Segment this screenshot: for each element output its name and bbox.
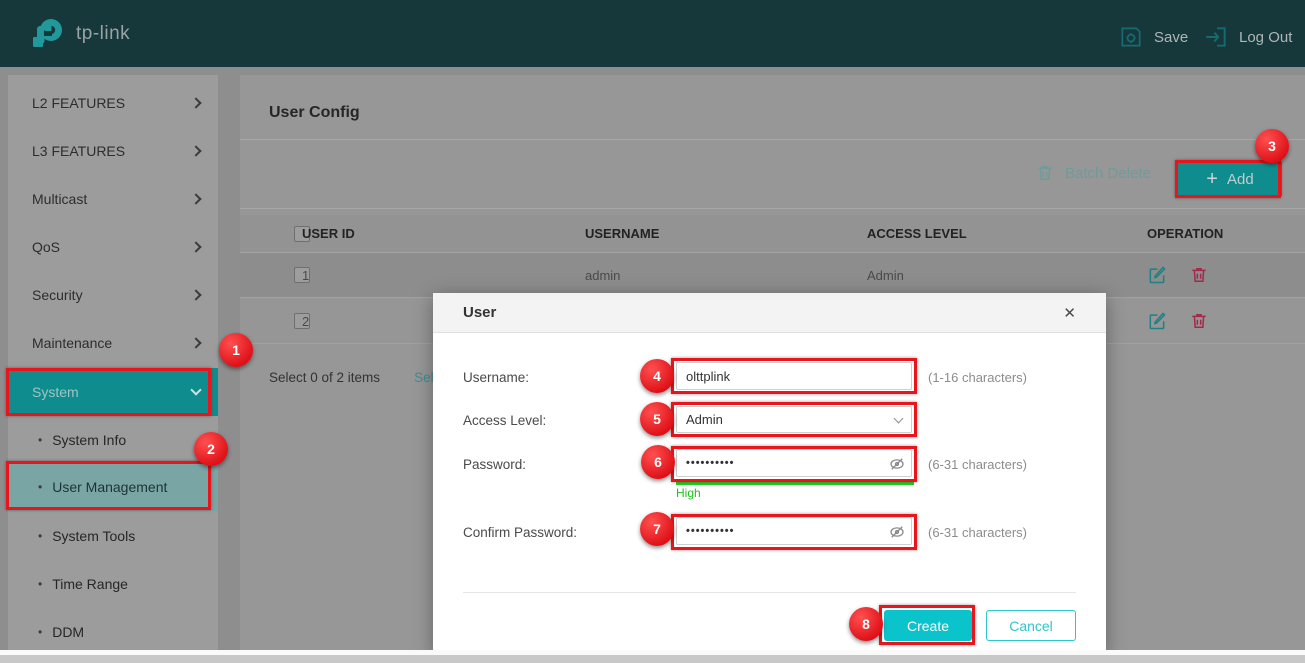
chevron-down-icon xyxy=(190,384,201,395)
divider xyxy=(240,208,1305,209)
column-header-username: USERNAME xyxy=(585,226,867,241)
cell-user-id: 1 xyxy=(302,268,585,283)
batch-delete-button[interactable]: Batch Delete xyxy=(1035,163,1151,183)
password-strength-bar xyxy=(676,482,914,485)
sidebar-item-security[interactable]: Security xyxy=(8,271,218,319)
horizontal-scrollbar-track[interactable] xyxy=(0,655,1305,663)
column-header-access-level: ACCESS LEVEL xyxy=(867,226,1147,241)
divider xyxy=(240,139,1305,140)
sidebar-item-l3-features[interactable]: L3 FEATURES xyxy=(8,127,218,175)
sidebar-subitem-time-range[interactable]: Time Range xyxy=(8,560,218,608)
save-icon xyxy=(1118,24,1144,50)
brand-logo: tp-link xyxy=(28,14,130,54)
username-input[interactable] xyxy=(676,362,912,390)
save-button[interactable]: Save xyxy=(1118,24,1188,50)
confirm-password-input[interactable] xyxy=(676,517,912,545)
chevron-right-icon xyxy=(190,193,201,204)
logout-label: Log Out xyxy=(1239,29,1292,46)
sidebar-item-l2-features[interactable]: L2 FEATURES xyxy=(8,79,218,127)
sidebar-item-system[interactable]: System xyxy=(8,368,218,416)
user-modal-dialog: User ✕ Username: (1-16 characters) Acces… xyxy=(433,293,1106,653)
trash-icon xyxy=(1035,163,1055,183)
access-level-select[interactable]: Admin xyxy=(676,406,912,433)
modal-title: User xyxy=(463,304,496,321)
access-level-label: Access Level: xyxy=(463,413,546,428)
chevron-right-icon xyxy=(190,337,201,348)
add-button[interactable]: + Add xyxy=(1178,162,1282,196)
top-header-bar: tp-link Save Log Out xyxy=(0,0,1305,67)
cell-access-level: Admin xyxy=(867,268,1147,283)
sidebar-subitem-ddm[interactable]: DDM xyxy=(8,608,218,656)
sidebar-subitem-system-tools[interactable]: System Tools xyxy=(8,512,218,560)
plus-icon: + xyxy=(1206,169,1218,189)
selection-summary: Select 0 of 2 items xyxy=(269,370,380,385)
sidebar-subitem-system-info[interactable]: System Info xyxy=(8,416,218,464)
logout-button[interactable]: Log Out xyxy=(1203,24,1292,50)
chevron-right-icon xyxy=(190,145,201,156)
save-label: Save xyxy=(1154,29,1188,46)
password-hint: (6-31 characters) xyxy=(928,457,1027,472)
close-icon[interactable]: ✕ xyxy=(1063,304,1076,322)
eye-slash-icon[interactable] xyxy=(888,523,906,541)
divider xyxy=(463,592,1076,593)
edit-icon[interactable] xyxy=(1147,265,1167,285)
delete-icon[interactable] xyxy=(1189,311,1209,331)
brand-text: tp-link xyxy=(76,23,130,45)
sidebar-nav: L2 FEATURES L3 FEATURES Multicast QoS Se… xyxy=(8,75,218,655)
sidebar-item-multicast[interactable]: Multicast xyxy=(8,175,218,223)
cancel-button[interactable]: Cancel xyxy=(986,610,1076,641)
cell-username: admin xyxy=(585,268,867,283)
logout-icon xyxy=(1203,24,1229,50)
app-screen: tp-link Save Log Out L2 FEATURES L3 FEAT… xyxy=(0,0,1305,663)
column-header-user-id: USER ID xyxy=(302,226,585,241)
column-header-operation: OPERATION xyxy=(1147,226,1223,241)
table-row: 1 admin Admin xyxy=(240,253,1305,298)
edit-icon[interactable] xyxy=(1147,311,1167,331)
chevron-down-icon xyxy=(894,413,904,423)
confirm-password-hint: (6-31 characters) xyxy=(928,525,1027,540)
chevron-right-icon xyxy=(190,241,201,252)
username-label: Username: xyxy=(463,370,529,385)
tp-link-logo-icon xyxy=(28,14,68,54)
page-title: User Config xyxy=(269,104,360,122)
eye-slash-icon[interactable] xyxy=(888,455,906,473)
sidebar-item-qos[interactable]: QoS xyxy=(8,223,218,271)
sidebar-subitem-user-management[interactable]: User Management xyxy=(8,463,218,511)
sidebar-item-maintenance[interactable]: Maintenance xyxy=(8,319,218,367)
password-input[interactable] xyxy=(676,449,912,477)
table-header-row: USER ID USERNAME ACCESS LEVEL OPERATION xyxy=(240,215,1305,253)
create-button[interactable]: Create xyxy=(884,610,972,641)
chevron-right-icon xyxy=(190,289,201,300)
chevron-right-icon xyxy=(190,97,201,108)
password-label: Password: xyxy=(463,457,526,472)
access-level-value: Admin xyxy=(686,412,723,427)
username-hint: (1-16 characters) xyxy=(928,370,1027,385)
modal-titlebar: User ✕ xyxy=(433,293,1106,333)
confirm-password-label: Confirm Password: xyxy=(463,525,577,540)
delete-icon[interactable] xyxy=(1189,265,1209,285)
password-strength-label: High xyxy=(676,486,701,500)
